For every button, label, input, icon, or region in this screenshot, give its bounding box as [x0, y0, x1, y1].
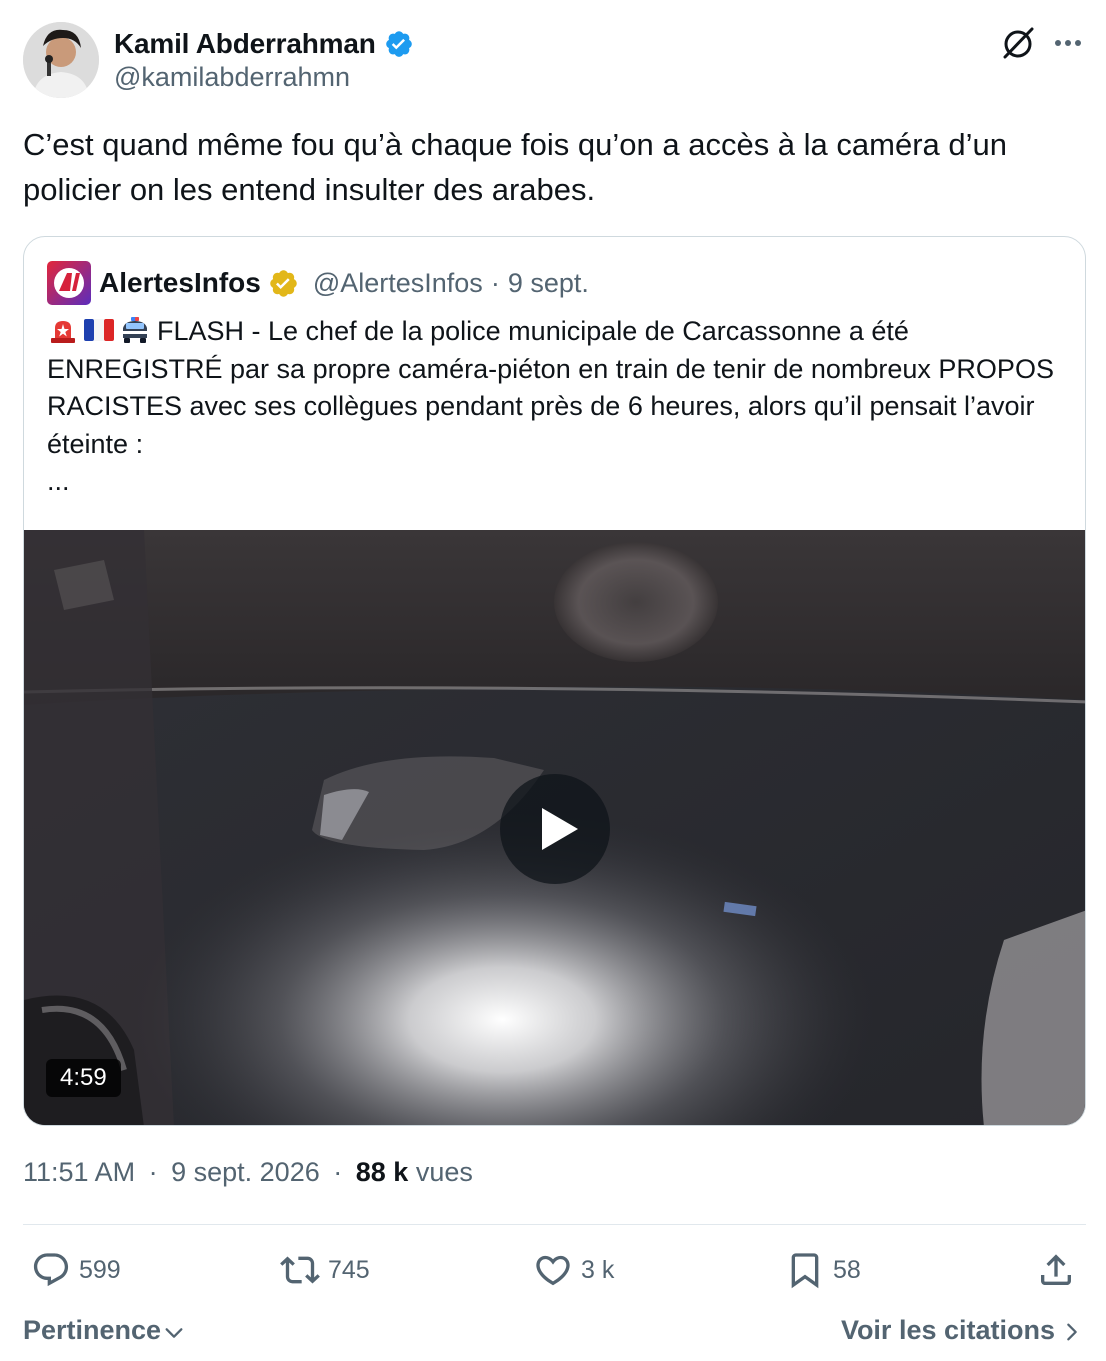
quoted-separator: ·	[490, 267, 500, 298]
quoted-date[interactable]: 9 sept.	[508, 268, 589, 299]
view-quotes-link[interactable]: Voir les citations	[841, 1313, 1083, 1347]
more-icon[interactable]	[1053, 36, 1083, 50]
author-handle[interactable]: @kamilabderrahmn	[114, 62, 350, 93]
gold-verified-badge-icon	[270, 269, 297, 297]
tweet-text: C’est quand même fou qu’à chaque fois qu…	[23, 127, 1007, 207]
video-player[interactable]: 4:59	[24, 530, 1085, 1125]
share-button[interactable]	[1036, 1247, 1084, 1293]
tweet-meta: 11:51 AM · 9 sept. 2026 · 88 k vues	[23, 1157, 473, 1188]
quoted-tweet[interactable]: AlertesInfos @AlertesInfos · 9 sept. FLA…	[23, 236, 1086, 1126]
repost-button[interactable]: 745	[280, 1247, 370, 1293]
chevron-right-icon	[1067, 1323, 1077, 1341]
reply-button[interactable]: 599	[31, 1247, 121, 1293]
author-avatar[interactable]	[23, 22, 99, 98]
quoted-author-handle[interactable]: @AlertesInfos	[313, 268, 483, 299]
tweet-time[interactable]: 11:51 AM	[23, 1157, 135, 1187]
sort-label: Pertinence	[23, 1314, 162, 1345]
tweet-date[interactable]: 9 sept. 2026	[171, 1157, 320, 1187]
bookmark-icon	[791, 1253, 819, 1289]
play-icon	[542, 808, 578, 850]
video-duration: 4:59	[46, 1059, 121, 1097]
chevron-down-icon	[165, 1328, 183, 1338]
views-count: 88 k	[355, 1157, 409, 1187]
author-name[interactable]: Kamil Abderrahman	[114, 28, 376, 60]
emoji-row	[47, 316, 151, 344]
share-icon	[1041, 1254, 1071, 1285]
bookmark-count: 58	[833, 1255, 861, 1284]
reply-count: 599	[79, 1255, 121, 1284]
like-button[interactable]: 3 k	[533, 1247, 614, 1293]
meta-separator: ·	[333, 1157, 343, 1187]
quoted-ellipsis: ...	[47, 466, 70, 496]
heart-icon	[536, 1255, 570, 1286]
like-count: 3 k	[581, 1255, 615, 1284]
bookmark-button[interactable]: 58	[785, 1247, 861, 1293]
reply-icon	[33, 1253, 69, 1287]
repost-icon	[280, 1256, 320, 1284]
repost-count: 745	[328, 1255, 370, 1284]
play-button[interactable]	[500, 774, 610, 884]
verified-badge-icon	[385, 31, 412, 57]
police-car-emoji	[123, 317, 147, 343]
france-flag-emoji	[84, 319, 114, 341]
quoted-tweet-text: FLASH - Le chef de la police municipale …	[47, 313, 1067, 501]
quoted-tweet-header: AlertesInfos @AlertesInfos · 9 sept.	[47, 261, 589, 305]
meta-separator: ·	[148, 1157, 158, 1187]
grok-icon[interactable]	[999, 24, 1037, 62]
views-label: vues	[415, 1157, 473, 1187]
quoted-text-body: FLASH - Le chef de la police municipale …	[47, 316, 1054, 459]
alertesinfos-logo[interactable]	[47, 261, 91, 305]
divider	[23, 1224, 1086, 1225]
police-light-emoji	[51, 321, 75, 343]
tweet-header: Kamil Abderrahman @kamilabderrahmn	[23, 22, 1083, 100]
quotes-label: Voir les citations	[840, 1314, 1055, 1345]
quoted-author-name[interactable]: AlertesInfos	[99, 267, 261, 299]
sort-dropdown[interactable]: Pertinence	[23, 1313, 185, 1347]
